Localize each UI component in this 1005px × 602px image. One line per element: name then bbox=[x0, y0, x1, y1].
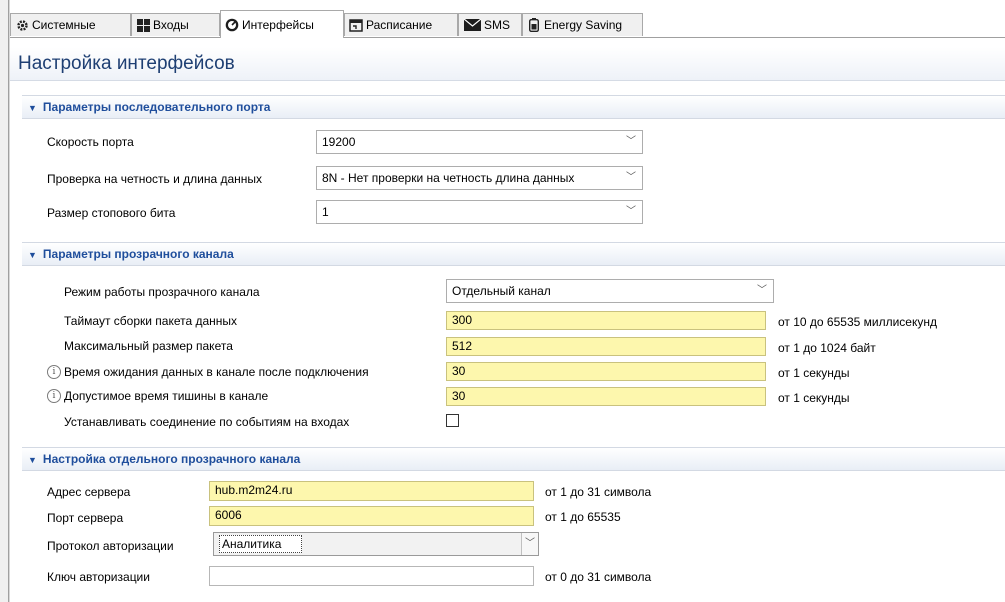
port-speed-select[interactable]: 19200 ﹀ bbox=[316, 130, 643, 154]
tab-system[interactable]: Системные bbox=[10, 13, 131, 36]
server-port-field[interactable]: 6006 bbox=[209, 506, 534, 526]
envelope-icon bbox=[463, 18, 481, 32]
parity-select[interactable]: 8N - Нет проверки на четность длина данн… bbox=[316, 166, 643, 190]
packet-timeout-hint: от 10 до 65535 миллисекунд bbox=[778, 315, 937, 329]
server-port-hint: от 1 до 65535 bbox=[545, 510, 621, 524]
gear-icon bbox=[15, 18, 29, 32]
auth-key-label: Ключ авторизации bbox=[47, 570, 150, 584]
tab-energy-saving[interactable]: Energy Saving bbox=[522, 13, 643, 36]
chevron-down-icon: ﹀ bbox=[757, 285, 767, 296]
max-packet-field[interactable]: 512 bbox=[446, 337, 766, 356]
page-title: Настройка интерфейсов bbox=[10, 47, 1005, 81]
info-icon[interactable]: i bbox=[47, 365, 61, 379]
parity-label: Проверка на четность и длина данных bbox=[47, 172, 263, 186]
tab-energy-saving-label: Energy Saving bbox=[544, 18, 623, 32]
auth-key-field[interactable] bbox=[209, 566, 534, 586]
tab-interfaces-label: Интерфейсы bbox=[242, 17, 314, 32]
window-left-frame bbox=[0, 0, 9, 602]
channel-mode-label: Режим работы прозрачного канала bbox=[64, 285, 260, 299]
events-connect-label: Устанавливать соединение по событиям на … bbox=[64, 415, 350, 429]
section-transparent-header[interactable]: ▼ Параметры прозрачного канала bbox=[22, 242, 1005, 266]
channel-mode-value: Отдельный канал bbox=[452, 284, 551, 298]
tab-system-label: Системные bbox=[32, 18, 96, 32]
wait-time-hint: от 1 секунды bbox=[778, 366, 850, 380]
server-address-field[interactable]: hub.m2m24.ru bbox=[209, 481, 534, 501]
tab-schedule[interactable]: Расписание bbox=[344, 13, 458, 36]
auth-protocol-label: Протокол авторизации bbox=[47, 539, 174, 553]
tab-schedule-label: Расписание bbox=[366, 18, 433, 32]
events-connect-checkbox[interactable] bbox=[446, 414, 459, 427]
chevron-down-icon: ﹀ bbox=[626, 172, 636, 183]
gauge-icon bbox=[225, 18, 239, 32]
port-speed-label: Скорость порта bbox=[47, 135, 134, 149]
max-packet-label: Максимальный размер пакета bbox=[64, 339, 233, 353]
section-transparent-title: Параметры прозрачного канала bbox=[42, 247, 234, 261]
tab-bar: Системные Входы Интерфейсы Расписание SM… bbox=[10, 10, 1005, 38]
wait-time-field[interactable]: 30 bbox=[446, 362, 766, 381]
max-packet-hint: от 1 до 1024 байт bbox=[778, 341, 876, 355]
channel-mode-select[interactable]: Отдельный канал ﹀ bbox=[446, 279, 774, 303]
parity-value: 8N - Нет проверки на четность длина данн… bbox=[322, 171, 575, 185]
calendar-icon bbox=[349, 18, 363, 32]
section-separate-title: Настройка отдельного прозрачного канала bbox=[42, 452, 301, 466]
collapse-triangle-icon[interactable]: ▼ bbox=[28, 97, 37, 119]
stop-bit-label: Размер стопового бита bbox=[47, 206, 176, 220]
server-port-label: Порт сервера bbox=[47, 511, 124, 525]
battery-icon bbox=[527, 18, 541, 32]
section-serial-header[interactable]: ▼ Параметры последовательного порта bbox=[22, 95, 1005, 119]
info-icon[interactable]: i bbox=[47, 389, 61, 403]
chevron-down-icon: ﹀ bbox=[626, 136, 636, 147]
section-serial-title: Параметры последовательного порта bbox=[42, 100, 271, 114]
silence-time-field[interactable]: 30 bbox=[446, 387, 766, 406]
grid-icon bbox=[136, 18, 150, 32]
tab-sms[interactable]: SMS bbox=[458, 13, 522, 36]
tab-inputs[interactable]: Входы bbox=[131, 13, 220, 36]
collapse-triangle-icon[interactable]: ▼ bbox=[28, 244, 37, 266]
port-speed-value: 19200 bbox=[322, 135, 356, 149]
collapse-triangle-icon[interactable]: ▼ bbox=[28, 449, 37, 471]
silence-time-hint: от 1 секунды bbox=[778, 391, 850, 405]
server-address-label: Адрес сервера bbox=[47, 485, 131, 499]
tab-inputs-label: Входы bbox=[153, 18, 189, 32]
section-separate-header[interactable]: ▼ Настройка отдельного прозрачного канала bbox=[22, 447, 1005, 471]
stop-bit-value: 1 bbox=[322, 205, 329, 219]
silence-time-label: Допустимое время тишины в канале bbox=[64, 389, 269, 403]
wait-time-label: Время ожидания данных в канале после под… bbox=[64, 365, 369, 379]
tab-interfaces[interactable]: Интерфейсы bbox=[220, 10, 344, 38]
packet-timeout-label: Таймаут сборки пакета данных bbox=[64, 314, 238, 328]
server-address-hint: от 1 до 31 символа bbox=[545, 485, 652, 499]
auth-key-hint: от 0 до 31 символа bbox=[545, 570, 652, 584]
tab-sms-label: SMS bbox=[484, 18, 511, 32]
chevron-down-icon: ﹀ bbox=[521, 533, 538, 555]
auth-protocol-value: Аналитика bbox=[219, 535, 303, 553]
stop-bit-select[interactable]: 1 ﹀ bbox=[316, 200, 643, 224]
auth-protocol-select[interactable]: Аналитика ﹀ bbox=[213, 532, 539, 556]
packet-timeout-field[interactable]: 300 bbox=[446, 311, 766, 330]
chevron-down-icon: ﹀ bbox=[626, 206, 636, 217]
